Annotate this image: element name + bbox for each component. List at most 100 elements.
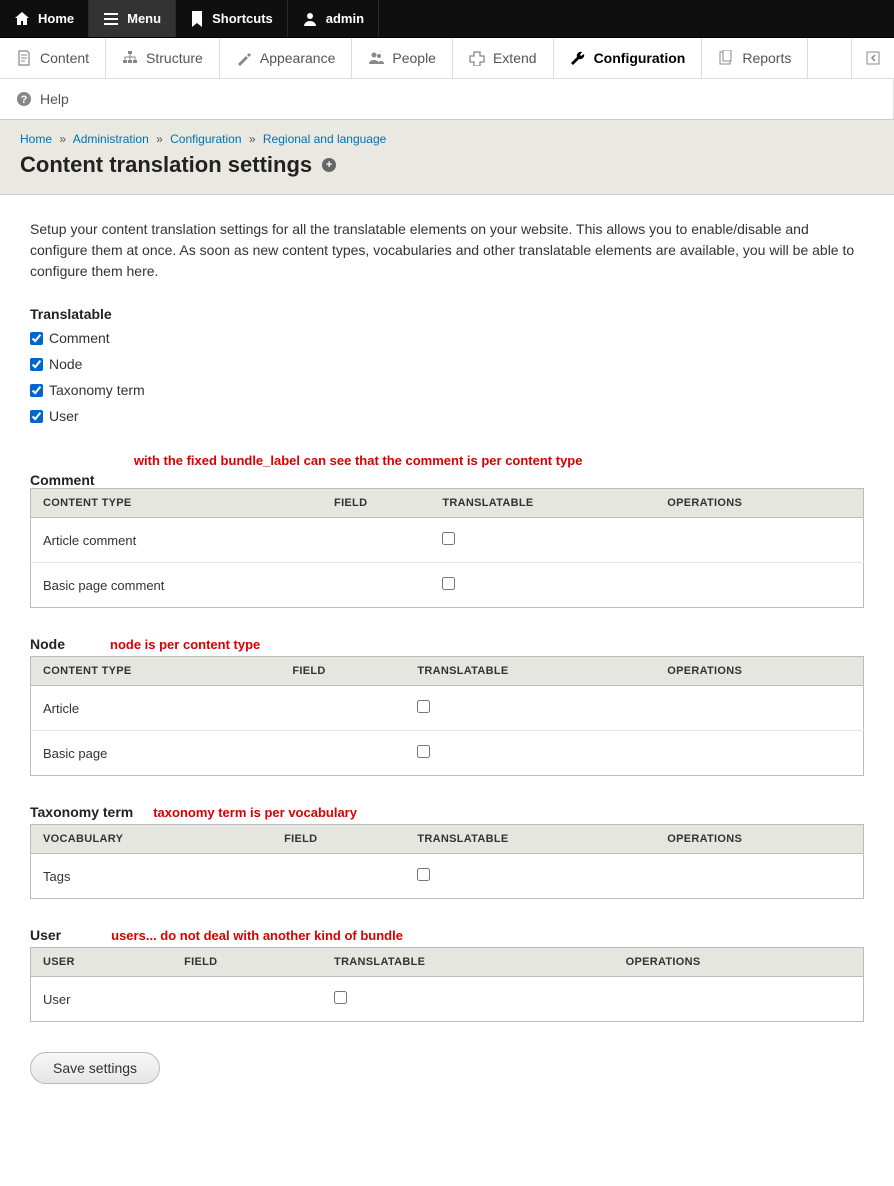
tab-people-label: People	[392, 50, 436, 66]
translatable-checkbox[interactable]	[417, 868, 430, 881]
th-field: FIELD	[322, 489, 430, 518]
th-translatable: TRANSLATABLE	[322, 948, 614, 977]
toolbar-menu[interactable]: Menu	[89, 0, 176, 37]
translatable-checkbox[interactable]	[334, 991, 347, 1004]
row-label: Basic page comment	[31, 563, 323, 608]
toolbar-shortcuts[interactable]: Shortcuts	[176, 0, 288, 37]
breadcrumb: Home » Administration » Configuration » …	[20, 132, 874, 146]
page-title-text: Content translation settings	[20, 152, 312, 178]
row-label: Tags	[31, 854, 273, 899]
user-block: User users... do not deal with another k…	[30, 927, 864, 1022]
tab-help-label: Help	[40, 91, 69, 107]
taxonomy-table: VOCABULARY FIELD TRANSLATABLE OPERATIONS…	[30, 824, 864, 899]
checkbox-user-label: User	[49, 408, 79, 424]
translatable-checkbox[interactable]	[442, 532, 455, 545]
checkbox-user-row: User	[30, 408, 864, 424]
toolbar-menu-label: Menu	[127, 11, 161, 26]
tab-appearance[interactable]: Appearance	[220, 38, 353, 78]
plus-icon[interactable]: +	[322, 158, 336, 172]
checkbox-comment[interactable]	[30, 332, 43, 345]
structure-icon	[122, 50, 138, 66]
breadcrumb-sep: »	[245, 132, 260, 146]
table-row: Basic page comment	[31, 563, 864, 608]
annotation-user: users... do not deal with another kind o…	[111, 928, 403, 943]
tab-extend[interactable]: Extend	[453, 38, 554, 78]
th-field: FIELD	[272, 825, 405, 854]
row-label: Basic page	[31, 731, 281, 776]
extend-icon	[469, 50, 485, 66]
th-operations: OPERATIONS	[655, 489, 863, 518]
tab-help[interactable]: ? Help	[0, 78, 894, 119]
page-header: Home » Administration » Configuration » …	[0, 120, 894, 195]
toolbar-shortcuts-label: Shortcuts	[212, 11, 273, 26]
tab-content-label: Content	[40, 50, 89, 66]
tab-configuration[interactable]: Configuration	[554, 38, 703, 78]
actions: Save settings	[30, 1052, 864, 1084]
bookmark-icon	[190, 11, 204, 27]
table-row: Article comment	[31, 518, 864, 563]
th-content-type: CONTENT TYPE	[31, 657, 281, 686]
toolbar-user-label: admin	[326, 11, 364, 26]
checkbox-comment-label: Comment	[49, 330, 110, 346]
admin-tabs: Content Structure Appearance People Exte…	[0, 38, 894, 120]
main-content: Setup your content translation settings …	[0, 195, 894, 1124]
collapse-icon	[866, 51, 880, 65]
breadcrumb-home[interactable]: Home	[20, 132, 52, 146]
user-icon	[302, 11, 318, 27]
th-translatable: TRANSLATABLE	[405, 657, 655, 686]
tab-content[interactable]: Content	[0, 38, 106, 78]
breadcrumb-regional[interactable]: Regional and language	[263, 132, 386, 146]
tab-structure-label: Structure	[146, 50, 203, 66]
checkbox-taxonomy-label: Taxonomy term	[49, 382, 145, 398]
page-title: Content translation settings +	[20, 152, 874, 178]
tab-structure[interactable]: Structure	[106, 38, 220, 78]
help-icon: ?	[16, 91, 32, 107]
tray-toggle[interactable]	[851, 38, 894, 78]
th-operations: OPERATIONS	[655, 825, 863, 854]
tab-reports[interactable]: Reports	[702, 38, 808, 78]
comment-block: . with the fixed bundle_label can see th…	[30, 452, 864, 608]
taxonomy-heading: Taxonomy term	[30, 804, 133, 820]
appearance-icon	[236, 50, 252, 66]
annotation-taxonomy: taxonomy term is per vocabulary	[153, 805, 357, 820]
breadcrumb-configuration[interactable]: Configuration	[170, 132, 241, 146]
svg-text:?: ?	[21, 94, 28, 106]
translatable-heading: Translatable	[30, 306, 864, 322]
tab-appearance-label: Appearance	[260, 50, 336, 66]
tab-reports-label: Reports	[742, 50, 791, 66]
tab-people[interactable]: People	[352, 38, 453, 78]
toolbar-user[interactable]: admin	[288, 0, 379, 37]
comment-heading: Comment	[30, 472, 864, 488]
reports-icon	[718, 50, 734, 66]
translatable-checkbox[interactable]	[442, 577, 455, 590]
checkbox-user[interactable]	[30, 410, 43, 423]
th-field: FIELD	[172, 948, 322, 977]
top-toolbar: Home Menu Shortcuts admin	[0, 0, 894, 38]
th-operations: OPERATIONS	[614, 948, 864, 977]
intro-text: Setup your content translation settings …	[30, 219, 864, 282]
th-vocabulary: VOCABULARY	[31, 825, 273, 854]
checkbox-comment-row: Comment	[30, 330, 864, 346]
toolbar-home[interactable]: Home	[0, 0, 89, 37]
checkbox-taxonomy[interactable]	[30, 384, 43, 397]
checkbox-node-row: Node	[30, 356, 864, 372]
breadcrumb-sep: »	[152, 132, 167, 146]
people-icon	[368, 50, 384, 66]
checkbox-node-label: Node	[49, 356, 82, 372]
node-table: CONTENT TYPE FIELD TRANSLATABLE OPERATIO…	[30, 656, 864, 776]
th-operations: OPERATIONS	[655, 657, 863, 686]
checkbox-node[interactable]	[30, 358, 43, 371]
translatable-checkbox[interactable]	[417, 700, 430, 713]
table-row: Basic page	[31, 731, 864, 776]
th-translatable: TRANSLATABLE	[430, 489, 655, 518]
table-row: User	[31, 977, 864, 1022]
save-button[interactable]: Save settings	[30, 1052, 160, 1084]
taxonomy-block: Taxonomy term taxonomy term is per vocab…	[30, 804, 864, 899]
breadcrumb-administration[interactable]: Administration	[73, 132, 149, 146]
th-translatable: TRANSLATABLE	[405, 825, 655, 854]
user-table: USER FIELD TRANSLATABLE OPERATIONS User	[30, 947, 864, 1022]
user-heading: User	[30, 927, 61, 943]
translatable-checkbox[interactable]	[417, 745, 430, 758]
wrench-icon	[570, 50, 586, 66]
toolbar-home-label: Home	[38, 11, 74, 26]
